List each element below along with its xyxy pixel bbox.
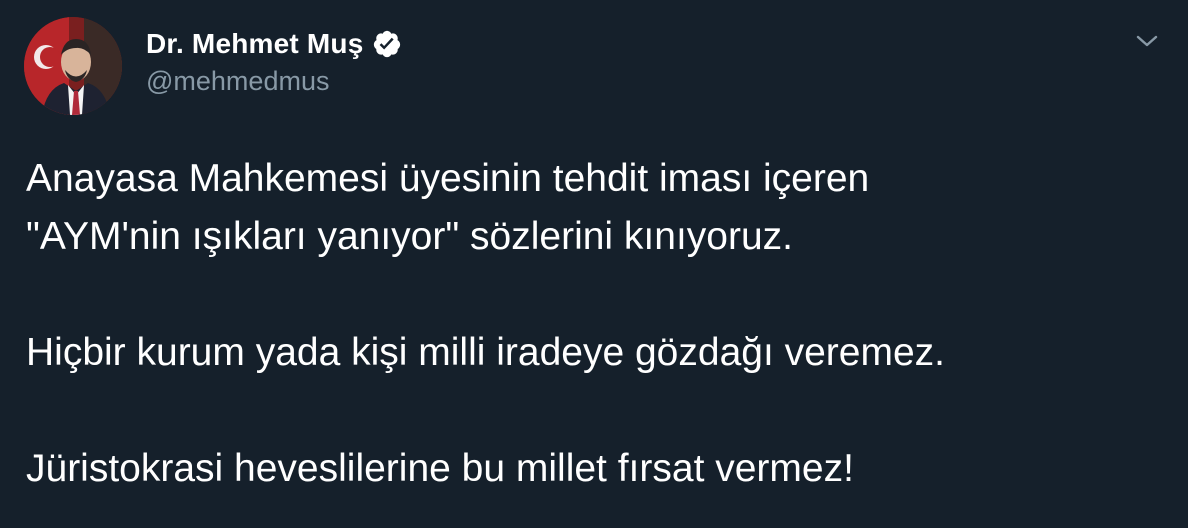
avatar[interactable] xyxy=(24,17,122,115)
verified-badge-icon xyxy=(372,29,402,59)
tweet-line: Hiçbir kurum yada kişi milli iradeye göz… xyxy=(26,331,945,374)
user-handle[interactable]: @mehmedmus xyxy=(146,66,329,97)
tweet-line: Anayasa Mahkemesi üyesinin tehdit iması … xyxy=(26,157,870,200)
name-row: Dr. Mehmet Muş xyxy=(146,26,402,62)
tweet-line: "AYM'nin ışıkları yanıyor" sözlerini kın… xyxy=(26,215,793,258)
chevron-down-icon[interactable] xyxy=(1130,24,1164,58)
avatar-photo xyxy=(24,17,122,115)
tweet-text: Anayasa Mahkemesi üyesinin tehdit iması … xyxy=(26,150,1166,498)
tweet-card: Dr. Mehmet Muş @mehmedmus Anayasa Mahkem… xyxy=(0,0,1188,528)
display-name[interactable]: Dr. Mehmet Muş xyxy=(146,28,364,60)
tweet-line: Jüristokrasi heveslilerine bu millet fır… xyxy=(26,447,854,490)
